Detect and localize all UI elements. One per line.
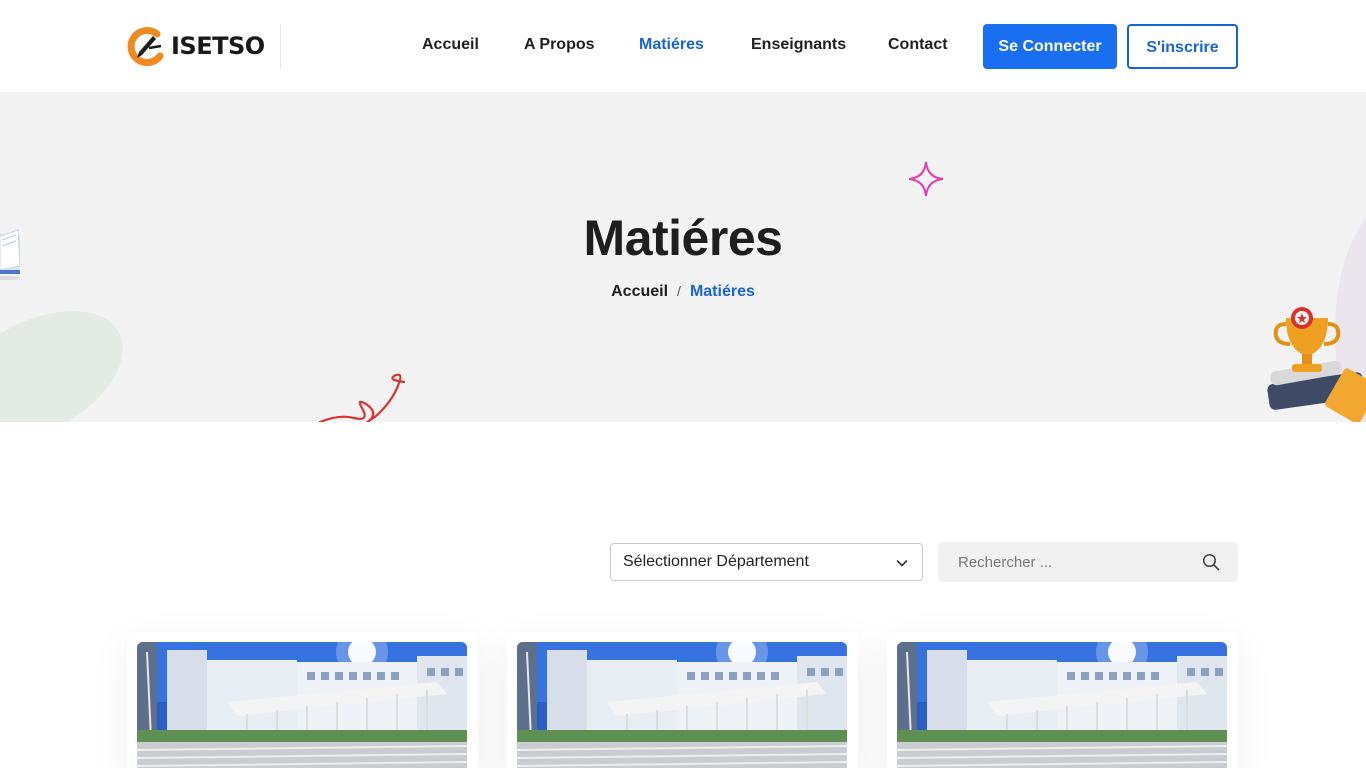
breadcrumb: Accueil / Matiéres	[0, 283, 1366, 301]
nav-item-matieres[interactable]: Matiéres	[639, 36, 704, 54]
logo-icon	[127, 27, 164, 66]
search-input[interactable]	[938, 542, 1188, 582]
nav-item-enseignants[interactable]: Enseignants	[751, 36, 846, 54]
chevron-down-icon	[896, 560, 908, 567]
breadcrumb-current: Matiéres	[689, 283, 755, 300]
login-button[interactable]: Se Connecter	[983, 24, 1117, 69]
search-box	[938, 542, 1238, 582]
nav-item-contact[interactable]: Contact	[888, 36, 948, 54]
campus-photo	[137, 642, 467, 768]
breadcrumb-home-link[interactable]: Accueil	[611, 283, 668, 300]
brand-logo[interactable]: ISETSO	[127, 24, 265, 68]
campus-photo	[897, 642, 1227, 768]
nav-item-a-propos[interactable]: A Propos	[524, 36, 595, 54]
signup-button[interactable]: S'inscrire	[1127, 24, 1238, 69]
card-image[interactable]	[517, 642, 847, 768]
page-title: Matiéres	[583, 210, 783, 266]
page-hero: Matiéres Accueil / Matiéres	[0, 92, 1366, 422]
brand-name: ISETSO	[171, 32, 265, 60]
site-header: ISETSO Accueil A Propos Matiéres Enseign…	[0, 0, 1366, 92]
swirl-decoration-icon	[318, 373, 406, 422]
card-image[interactable]	[897, 642, 1227, 768]
sparkle-icon	[908, 161, 944, 197]
department-select[interactable]: Sélectionner Département	[610, 543, 923, 581]
nav-item-accueil[interactable]: Accueil	[422, 36, 479, 54]
decorative-blob	[0, 283, 145, 422]
subject-card[interactable]	[887, 632, 1238, 768]
header-divider	[280, 24, 281, 68]
breadcrumb-separator: /	[677, 283, 681, 299]
search-icon[interactable]	[1202, 553, 1220, 571]
trophy-illustration-icon	[1267, 307, 1366, 422]
card-image[interactable]	[137, 642, 467, 768]
department-select-value: Sélectionner Département	[623, 553, 809, 570]
campus-photo	[517, 642, 847, 768]
subject-card[interactable]	[127, 632, 478, 768]
subject-card[interactable]	[507, 632, 858, 768]
